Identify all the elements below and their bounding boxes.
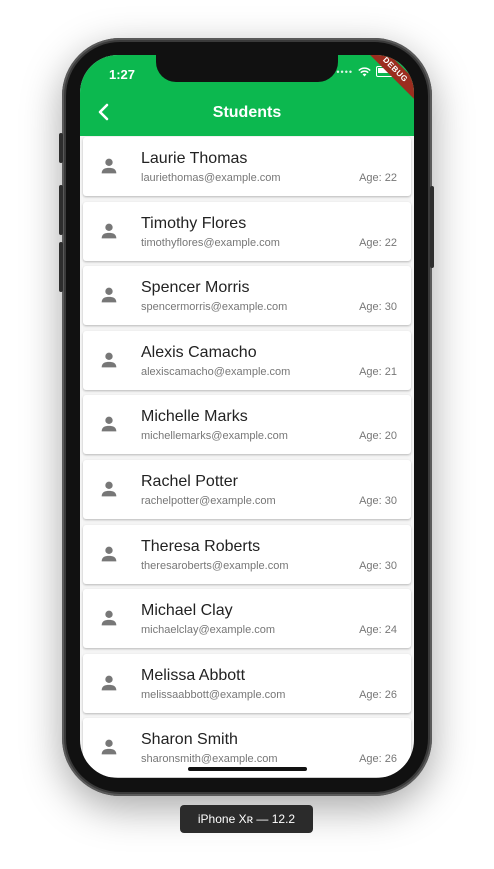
student-list: Laurie Thomas lauriethomas@example.com A… [83,137,411,778]
signal-icon: •••• [336,66,353,77]
person-icon [101,740,117,755]
student-name: Timothy Flores [141,214,247,232]
debug-banner: DEBUG [358,55,414,107]
app-bar: 1:27 •••• DEBUG Students [80,55,414,136]
student-name: Sharon Smith [141,731,238,749]
volume-down-button [59,242,63,292]
student-age: Age: 30 [359,494,397,507]
list-item[interactable]: Theresa Roberts theresaroberts@example.c… [83,524,411,584]
student-age: Age: 26 [359,688,397,701]
student-email: michellemarks@example.com [141,430,288,443]
power-button [430,186,434,268]
wifi-icon [358,66,371,76]
person-icon [101,610,117,626]
app-screen: 1:27 •••• DEBUG Students Laurie Thomas l… [80,55,414,778]
home-indicator[interactable] [188,767,307,771]
student-name: Laurie Thomas [141,150,248,167]
student-age: Age: 30 [359,559,397,572]
student-age: Age: 22 [359,236,397,249]
student-email: timothyflores@example.com [141,236,280,249]
student-name: Alexis Camacho [141,343,257,361]
student-age: Age: 21 [359,365,397,378]
student-name: Michael Clay [141,602,233,620]
list-item[interactable]: Laurie Thomas lauriethomas@example.com A… [83,137,411,196]
status-time: 1:27 [109,67,136,82]
student-email: alexiscamacho@example.com [141,365,291,378]
notch [156,55,338,82]
mute-switch [59,133,63,163]
list-item[interactable]: Melissa Abbott melissaabbott@example.com… [83,653,411,713]
list-item[interactable]: Rachel Potter rachelpotter@example.com A… [83,459,411,519]
student-age: Age: 24 [359,624,397,637]
student-email: lauriethomas@example.com [141,172,281,184]
student-email: spencermorris@example.com [141,301,288,314]
student-name: Rachel Potter [141,472,238,490]
student-email: theresaroberts@example.com [141,559,289,572]
list-item[interactable]: Michelle Marks michellemarks@example.com… [83,395,411,455]
student-email: sharonsmith@example.com [141,753,278,766]
student-email: melissaabbott@example.com [141,688,286,701]
student-name: Spencer Morris [141,279,250,297]
student-age: Age: 26 [359,753,397,766]
student-age: Age: 20 [359,430,397,443]
list-item[interactable]: Spencer Morris spencermorris@example.com… [83,266,411,326]
device-label: iPhone Xʀ — 12.2 [180,805,313,833]
student-age: Age: 30 [359,301,397,314]
student-age: Age: 22 [359,172,397,184]
list-item[interactable]: Michael Clay michaelclay@example.com Age… [83,589,411,649]
page-title: Students [212,104,282,121]
student-name: Melissa Abbott [141,666,246,684]
student-email: michaelclay@example.com [141,624,276,637]
person-icon [101,546,117,561]
student-email: rachelpotter@example.com [141,494,276,507]
list-item[interactable]: Timothy Flores timothyflores@example.com… [83,201,411,261]
list-item[interactable]: Alexis Camacho alexiscamacho@example.com… [83,330,411,390]
person-icon [101,417,117,432]
person-icon [101,675,117,691]
person-icon [101,158,117,174]
person-icon [101,223,117,238]
person-icon [101,481,117,497]
person-icon [101,352,117,368]
person-icon [101,287,117,303]
volume-up-button [59,185,63,235]
student-name: Theresa Roberts [141,537,261,555]
student-name: Michelle Marks [141,408,248,426]
